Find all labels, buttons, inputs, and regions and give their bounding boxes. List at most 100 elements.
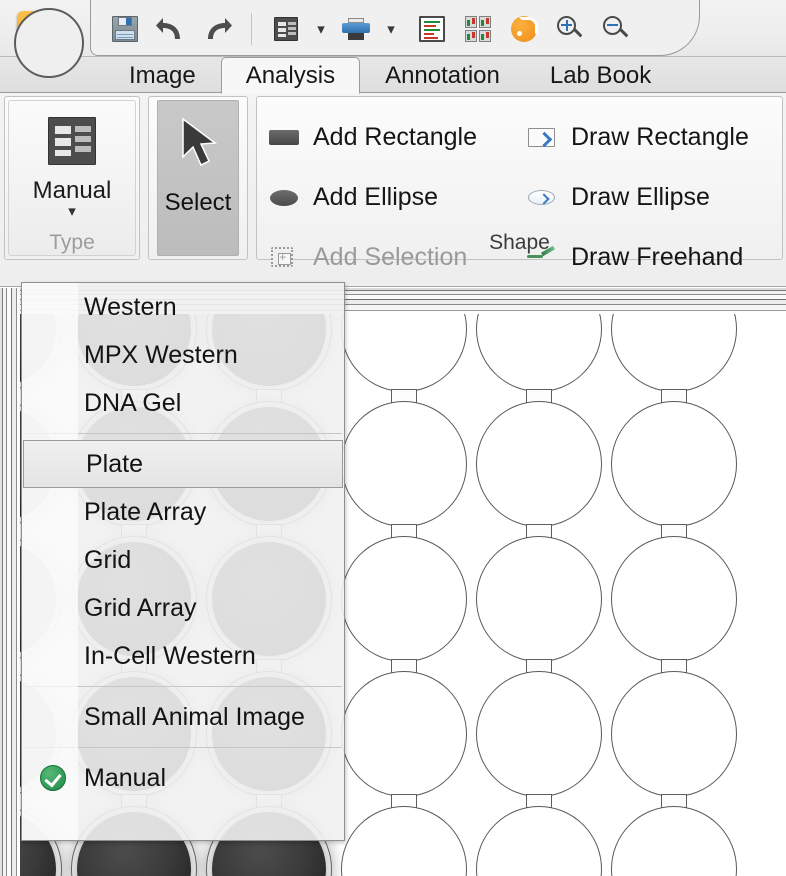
well-inner — [482, 542, 596, 656]
zoom-in-icon — [557, 16, 583, 42]
plate-well[interactable] — [476, 671, 602, 808]
plate-report-grid-icon — [465, 16, 491, 42]
save-button[interactable] — [104, 8, 146, 50]
app-logo-ring — [14, 8, 84, 78]
analysis-type-icon — [48, 117, 96, 165]
select-tool-button[interactable]: Select — [157, 100, 239, 256]
well-empty[interactable] — [611, 671, 737, 797]
well-empty[interactable] — [476, 401, 602, 527]
plate-report-button[interactable] — [457, 8, 499, 50]
quick-access-buttons: ▾ ▾ — [104, 6, 637, 52]
tab-analysis[interactable]: Analysis — [220, 57, 361, 94]
draw-rectangle-label: Draw Rectangle — [571, 122, 749, 151]
print-chevron-down-icon[interactable]: ▾ — [381, 8, 401, 50]
print-icon — [342, 18, 370, 40]
print-button[interactable] — [335, 8, 377, 50]
display-options-button[interactable] — [265, 8, 307, 50]
plate-well[interactable] — [611, 401, 737, 538]
well-empty[interactable] — [341, 671, 467, 797]
draw-rectangle-icon — [527, 124, 557, 150]
well-inner — [617, 677, 731, 791]
well-inner — [617, 542, 731, 656]
menu-item-western[interactable]: Western — [22, 283, 344, 331]
add-ellipse-icon — [269, 184, 299, 210]
quick-access-toolbar: iS ▾ — [0, 0, 786, 78]
well-empty[interactable] — [341, 401, 467, 527]
ribbon-group-type-label: Type — [49, 231, 95, 254]
menu-item-grid[interactable]: Grid — [22, 536, 344, 584]
zoom-out-icon — [603, 16, 629, 42]
cursor-arrow-icon — [182, 117, 218, 167]
draw-ellipse-command[interactable]: Draw Ellipse — [527, 183, 710, 212]
menu-item-label: Grid — [84, 545, 132, 574]
add-ellipse-label: Add Ellipse — [313, 182, 439, 211]
menu-item-label: Manual — [84, 763, 166, 792]
well-empty[interactable] — [611, 536, 737, 662]
menu-item-label: DNA Gel — [84, 388, 182, 417]
menu-item-dna-gel[interactable]: DNA Gel — [22, 379, 344, 427]
menu-item-label: MPX Western — [84, 340, 238, 369]
canvas-ruler-left — [0, 288, 20, 876]
undo-button[interactable] — [150, 8, 192, 50]
plate-well[interactable] — [476, 401, 602, 538]
menu-item-manual[interactable]: Manual — [22, 754, 344, 802]
well-inner — [482, 812, 596, 876]
shape-row: Add Ellipse Draw Ellipse — [269, 167, 774, 227]
plate-well[interactable] — [611, 536, 737, 673]
well-empty[interactable] — [611, 806, 737, 876]
add-rectangle-label: Add Rectangle — [313, 122, 478, 151]
toolbar-divider — [251, 13, 252, 45]
plate-well[interactable] — [341, 806, 467, 876]
ribbon-group-type: Manual ▾ Type — [4, 96, 140, 260]
menu-item-grid-array[interactable]: Grid Array — [22, 584, 344, 632]
ribbon-group-select: Select — [148, 96, 248, 260]
ribbon-group-shape: Add Rectangle Draw Rectangle Add Ellipse — [256, 96, 783, 271]
plate-well[interactable] — [341, 536, 467, 673]
well-inner — [347, 542, 461, 656]
draw-ellipse-label: Draw Ellipse — [571, 182, 710, 211]
plate-well[interactable] — [611, 671, 737, 808]
menu-item-plate[interactable]: Plate — [23, 440, 343, 488]
zoom-out-button[interactable] — [595, 8, 637, 50]
well-empty[interactable] — [476, 671, 602, 797]
draw-ellipse-icon — [527, 184, 557, 210]
well-empty[interactable] — [476, 536, 602, 662]
tab-image[interactable]: Image — [104, 59, 221, 93]
menu-item-label: Western — [84, 292, 177, 321]
redo-icon — [208, 18, 232, 39]
tab-annotation[interactable]: Annotation — [360, 59, 525, 93]
plate-well[interactable] — [341, 671, 467, 808]
zoom-in-button[interactable] — [549, 8, 591, 50]
report-button[interactable] — [411, 8, 453, 50]
shape-row: Add Rectangle Draw Rectangle — [269, 107, 774, 167]
menu-item-small-animal-image[interactable]: Small Animal Image — [22, 693, 344, 741]
menu-item-mpx-western[interactable]: MPX Western — [22, 331, 344, 379]
publish-button[interactable] — [503, 8, 545, 50]
analysis-type-dropdown-menu[interactable]: Western MPX Western DNA Gel Plate Plate Arra… — [21, 282, 345, 841]
redo-button[interactable] — [196, 8, 238, 50]
plate-well[interactable] — [476, 536, 602, 673]
plate-well[interactable] — [611, 806, 737, 876]
well-inner — [617, 812, 731, 876]
save-icon — [112, 16, 138, 42]
undo-icon — [156, 18, 180, 39]
well-inner — [482, 407, 596, 521]
plate-well[interactable] — [341, 401, 467, 538]
well-empty[interactable] — [341, 806, 467, 876]
draw-rectangle-command[interactable]: Draw Rectangle — [527, 123, 749, 152]
add-rectangle-command[interactable]: Add Rectangle — [269, 123, 527, 152]
application-window: iS ▾ — [0, 0, 786, 876]
plate-well[interactable] — [476, 806, 602, 876]
menu-item-label: Grid Array — [84, 593, 197, 622]
add-ellipse-command[interactable]: Add Ellipse — [269, 183, 527, 212]
display-options-chevron-down-icon[interactable]: ▾ — [311, 8, 331, 50]
report-document-icon — [419, 16, 445, 42]
menu-item-in-cell-western[interactable]: In-Cell Western — [22, 632, 344, 680]
tab-lab-book[interactable]: Lab Book — [525, 59, 676, 93]
menu-item-plate-array[interactable]: Plate Array — [22, 488, 344, 536]
well-empty[interactable] — [341, 536, 467, 662]
well-empty[interactable] — [611, 401, 737, 527]
well-empty[interactable] — [476, 806, 602, 876]
menu-item-label: In-Cell Western — [84, 641, 256, 670]
menu-item-label: Plate Array — [84, 497, 207, 526]
